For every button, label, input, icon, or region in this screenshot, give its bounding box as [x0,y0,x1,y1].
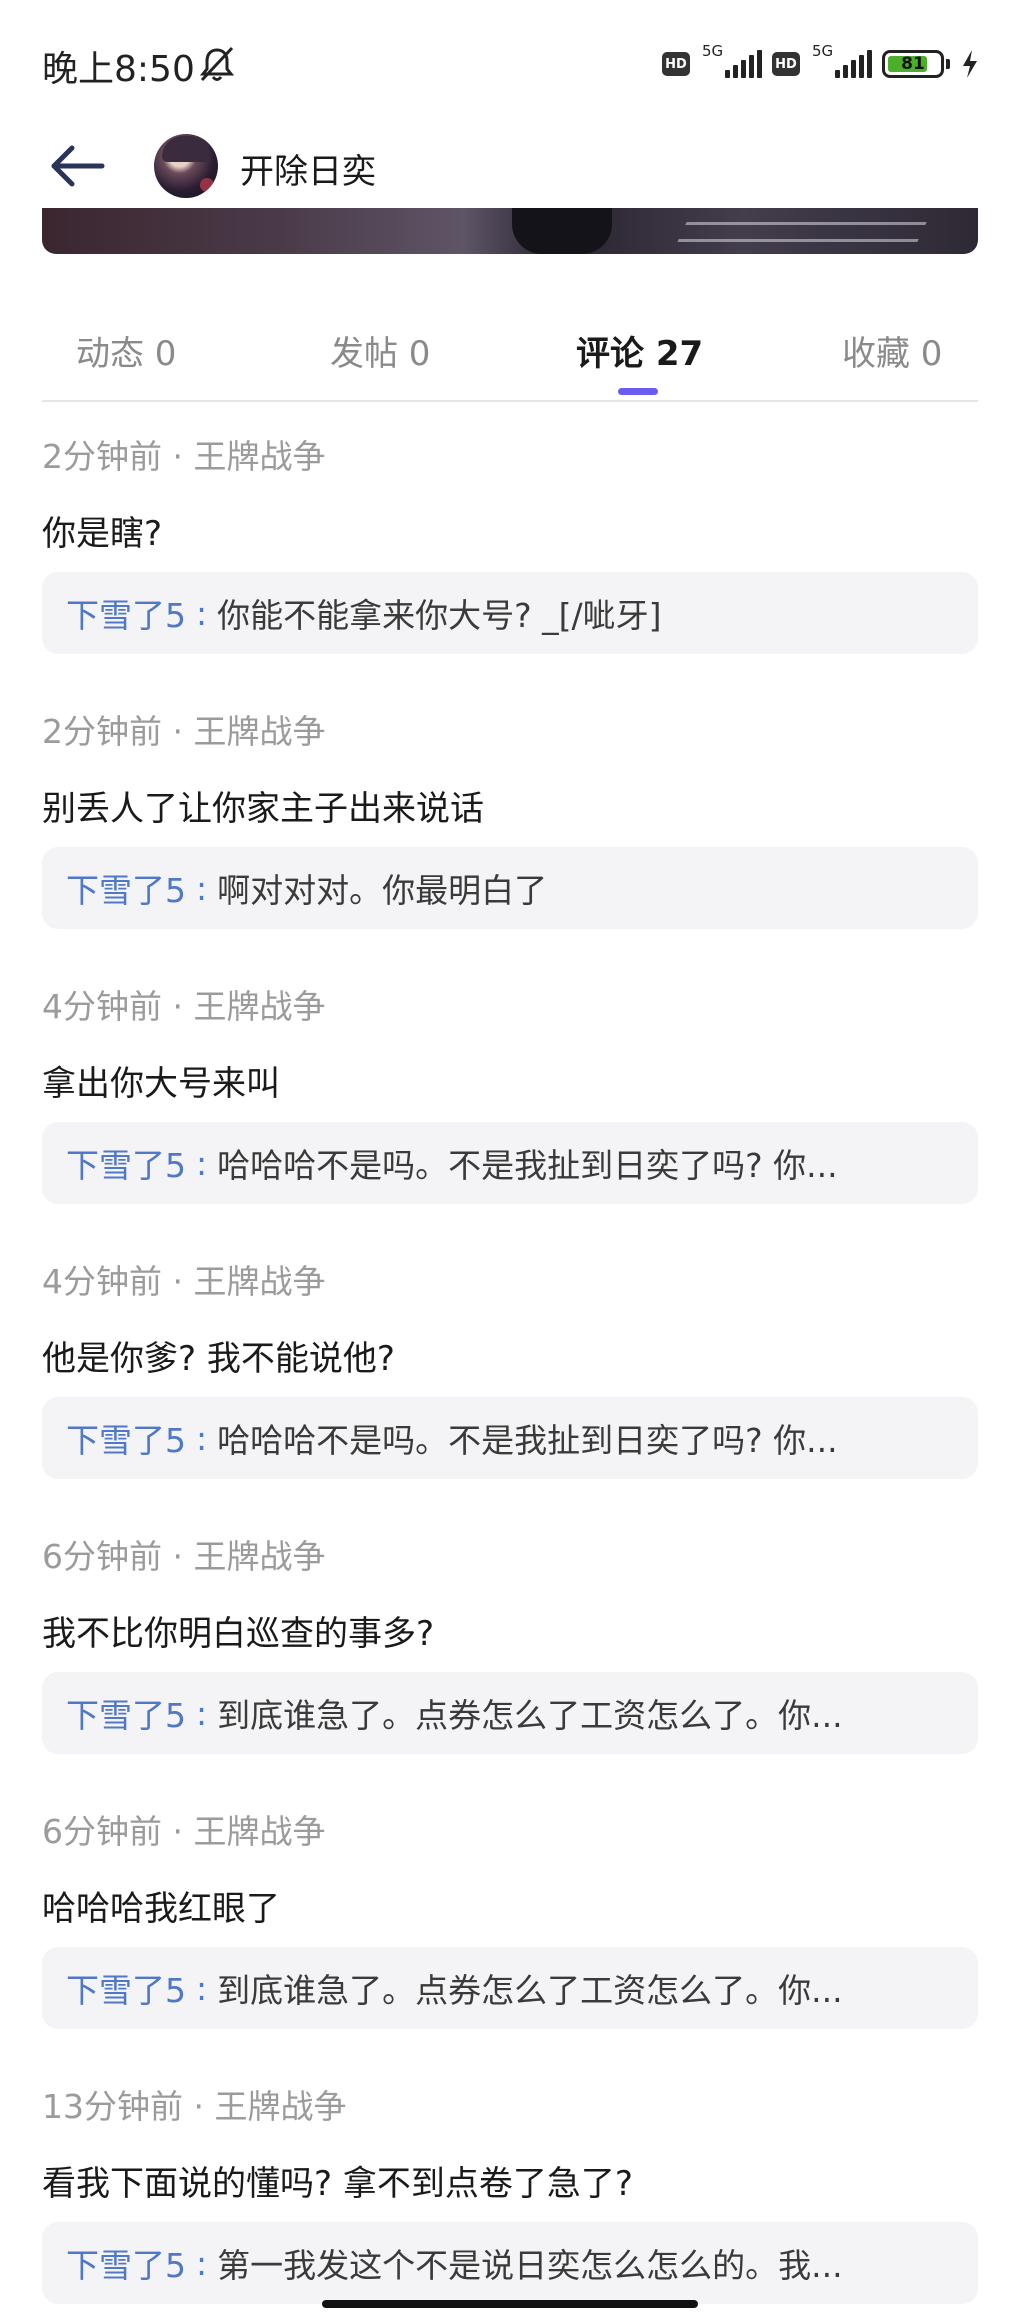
comment-meta: 2分钟前 · 王牌战争 [42,437,326,476]
status-bar: 晚上8:50 HD 5G HD 5G 81 [0,0,1020,130]
charging-icon [963,50,977,78]
reply-text: 你能不能拿来你大号? _[/呲牙] [217,596,662,635]
profile-comments-page: 晚上8:50 HD 5G HD 5G 81 开除日奕 动态 0 发帖 0 评论 … [0,0,1020,2323]
comment-meta: 6分钟前 · 王牌战争 [42,1812,326,1851]
reply-user-link[interactable]: 下雪了5 [66,1964,186,2012]
tab-active-indicator [618,388,658,395]
tab-posts[interactable]: 发帖 0 [330,326,430,375]
reply-separator: : [196,1693,208,1733]
network-type: 5G [702,42,724,60]
reply-user-link[interactable]: 下雪了5 [66,864,186,912]
tab-activity[interactable]: 动态 0 [76,326,176,375]
comment-text: 拿出你大号来叫 [42,1064,280,1104]
reply-preview[interactable]: 下雪了5 : 到底谁急了。点券怎么了工资怎么了。你... [42,1672,978,1754]
comment-text: 看我下面说的懂吗? 拿不到点卷了急了? [42,2164,633,2204]
comment-meta: 13分钟前 · 王牌战争 [42,2087,347,2126]
reply-text: 啊对对对。你最明白了 [217,871,548,910]
reply-text: 第一我发这个不是说日奕怎么怎么的。我... [217,2246,843,2285]
status-time: 晚上8:50 [42,49,195,90]
reply-separator: : [196,2243,208,2283]
signal-icon: 5G [700,42,762,82]
reply-preview[interactable]: 下雪了5 : 第一我发这个不是说日奕怎么怎么的。我... [42,2222,978,2304]
battery-level: 81 [901,54,925,74]
home-indicator[interactable] [322,2300,698,2308]
reply-preview[interactable]: 下雪了5 : 你能不能拿来你大号? _[/呲牙] [42,572,978,654]
reply-user-link[interactable]: 下雪了5 [66,589,186,637]
comment-text: 你是瞎? [42,514,163,554]
reply-text: 到底谁急了。点券怎么了工资怎么了。你... [217,1696,843,1735]
signal-icon: 5G [810,42,872,82]
reply-separator: : [196,868,208,908]
reply-preview[interactable]: 下雪了5 : 哈哈哈不是吗。不是我扯到日奕了吗? 你... [42,1122,978,1204]
comment-text: 他是你爹? 我不能说他? [42,1339,395,1379]
mute-icon [199,46,235,82]
comment-text: 哈哈哈我红眼了 [42,1889,280,1929]
page-title: 开除日奕 [240,152,376,192]
tab-comments[interactable]: 评论 27 [576,326,703,375]
reply-text: 到底谁急了。点券怎么了工资怎么了。你... [217,1971,843,2010]
status-indicators: HD 5G HD 5G 81 [662,42,980,84]
reply-preview[interactable]: 下雪了5 : 啊对对对。你最明白了 [42,847,978,929]
reply-preview[interactable]: 下雪了5 : 到底谁急了。点券怎么了工资怎么了。你... [42,1947,978,2029]
reply-text: 哈哈哈不是吗。不是我扯到日奕了吗? 你... [217,1146,838,1185]
reply-user-link[interactable]: 下雪了5 [66,1689,186,1737]
comment-meta: 2分钟前 · 王牌战争 [42,712,326,751]
comment-meta: 4分钟前 · 王牌战争 [42,987,326,1026]
reply-preview[interactable]: 下雪了5 : 哈哈哈不是吗。不是我扯到日奕了吗? 你... [42,1397,978,1479]
hd-badge: HD [772,52,800,76]
reply-user-link[interactable]: 下雪了5 [66,1139,186,1187]
back-arrow-icon[interactable] [46,134,110,198]
hd-badge: HD [662,52,690,76]
network-type: 5G [812,42,834,60]
tab-favorites[interactable]: 收藏 0 [842,326,942,375]
battery-icon: 81 [882,50,944,78]
reply-separator: : [196,1968,208,2008]
reply-separator: : [196,593,208,633]
avatar[interactable] [154,134,218,198]
comment-text: 我不比你明白巡查的事多? [42,1614,435,1654]
comment-text: 别丢人了让你家主子出来说话 [42,789,484,829]
reply-separator: : [196,1143,208,1183]
battery-cap [946,59,950,69]
reply-text: 哈哈哈不是吗。不是我扯到日奕了吗? 你... [217,1421,838,1460]
reply-user-link[interactable]: 下雪了5 [66,1414,186,1462]
comment-meta: 6分钟前 · 王牌战争 [42,1537,326,1576]
profile-tabs: 动态 0 发帖 0 评论 27 收藏 0 [42,300,978,402]
header: 开除日奕 [0,130,1020,210]
reply-user-link[interactable]: 下雪了5 [66,2239,186,2287]
comment-meta: 4分钟前 · 王牌战争 [42,1262,326,1301]
reply-separator: : [196,1418,208,1458]
profile-banner-image [42,208,978,254]
